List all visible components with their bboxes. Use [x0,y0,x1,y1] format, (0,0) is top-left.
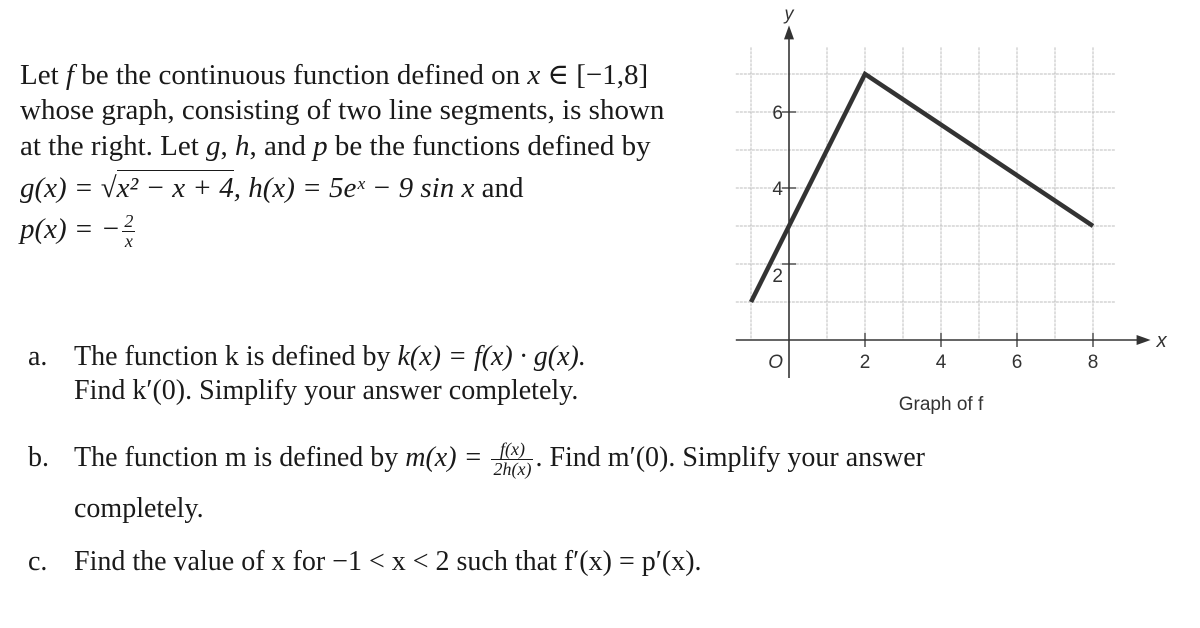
y-axis-label: y [783,3,795,23]
chart-title: Graph of f [899,394,984,415]
x-tick-label: 6 [1012,352,1023,373]
y-tick-label: 6 [772,103,783,124]
y-tick-label: 4 [772,179,783,200]
graph-of-f: 2 4 6 8 2 4 6 x y O Graph of f [735,3,1168,415]
origin-label: O [768,352,783,373]
y-axis-arrow-icon [784,25,794,40]
axes [735,25,1151,378]
y-tick-label: 2 [772,266,783,287]
x-tick-label: 4 [936,352,947,373]
x-axis-arrow-icon [1136,335,1151,345]
ticks: 2 4 6 8 2 4 6 [772,103,1098,373]
x-tick-label: 2 [860,352,871,373]
x-axis-label: x [1156,330,1168,352]
x-tick-label: 8 [1088,352,1099,373]
grid [735,47,1116,340]
